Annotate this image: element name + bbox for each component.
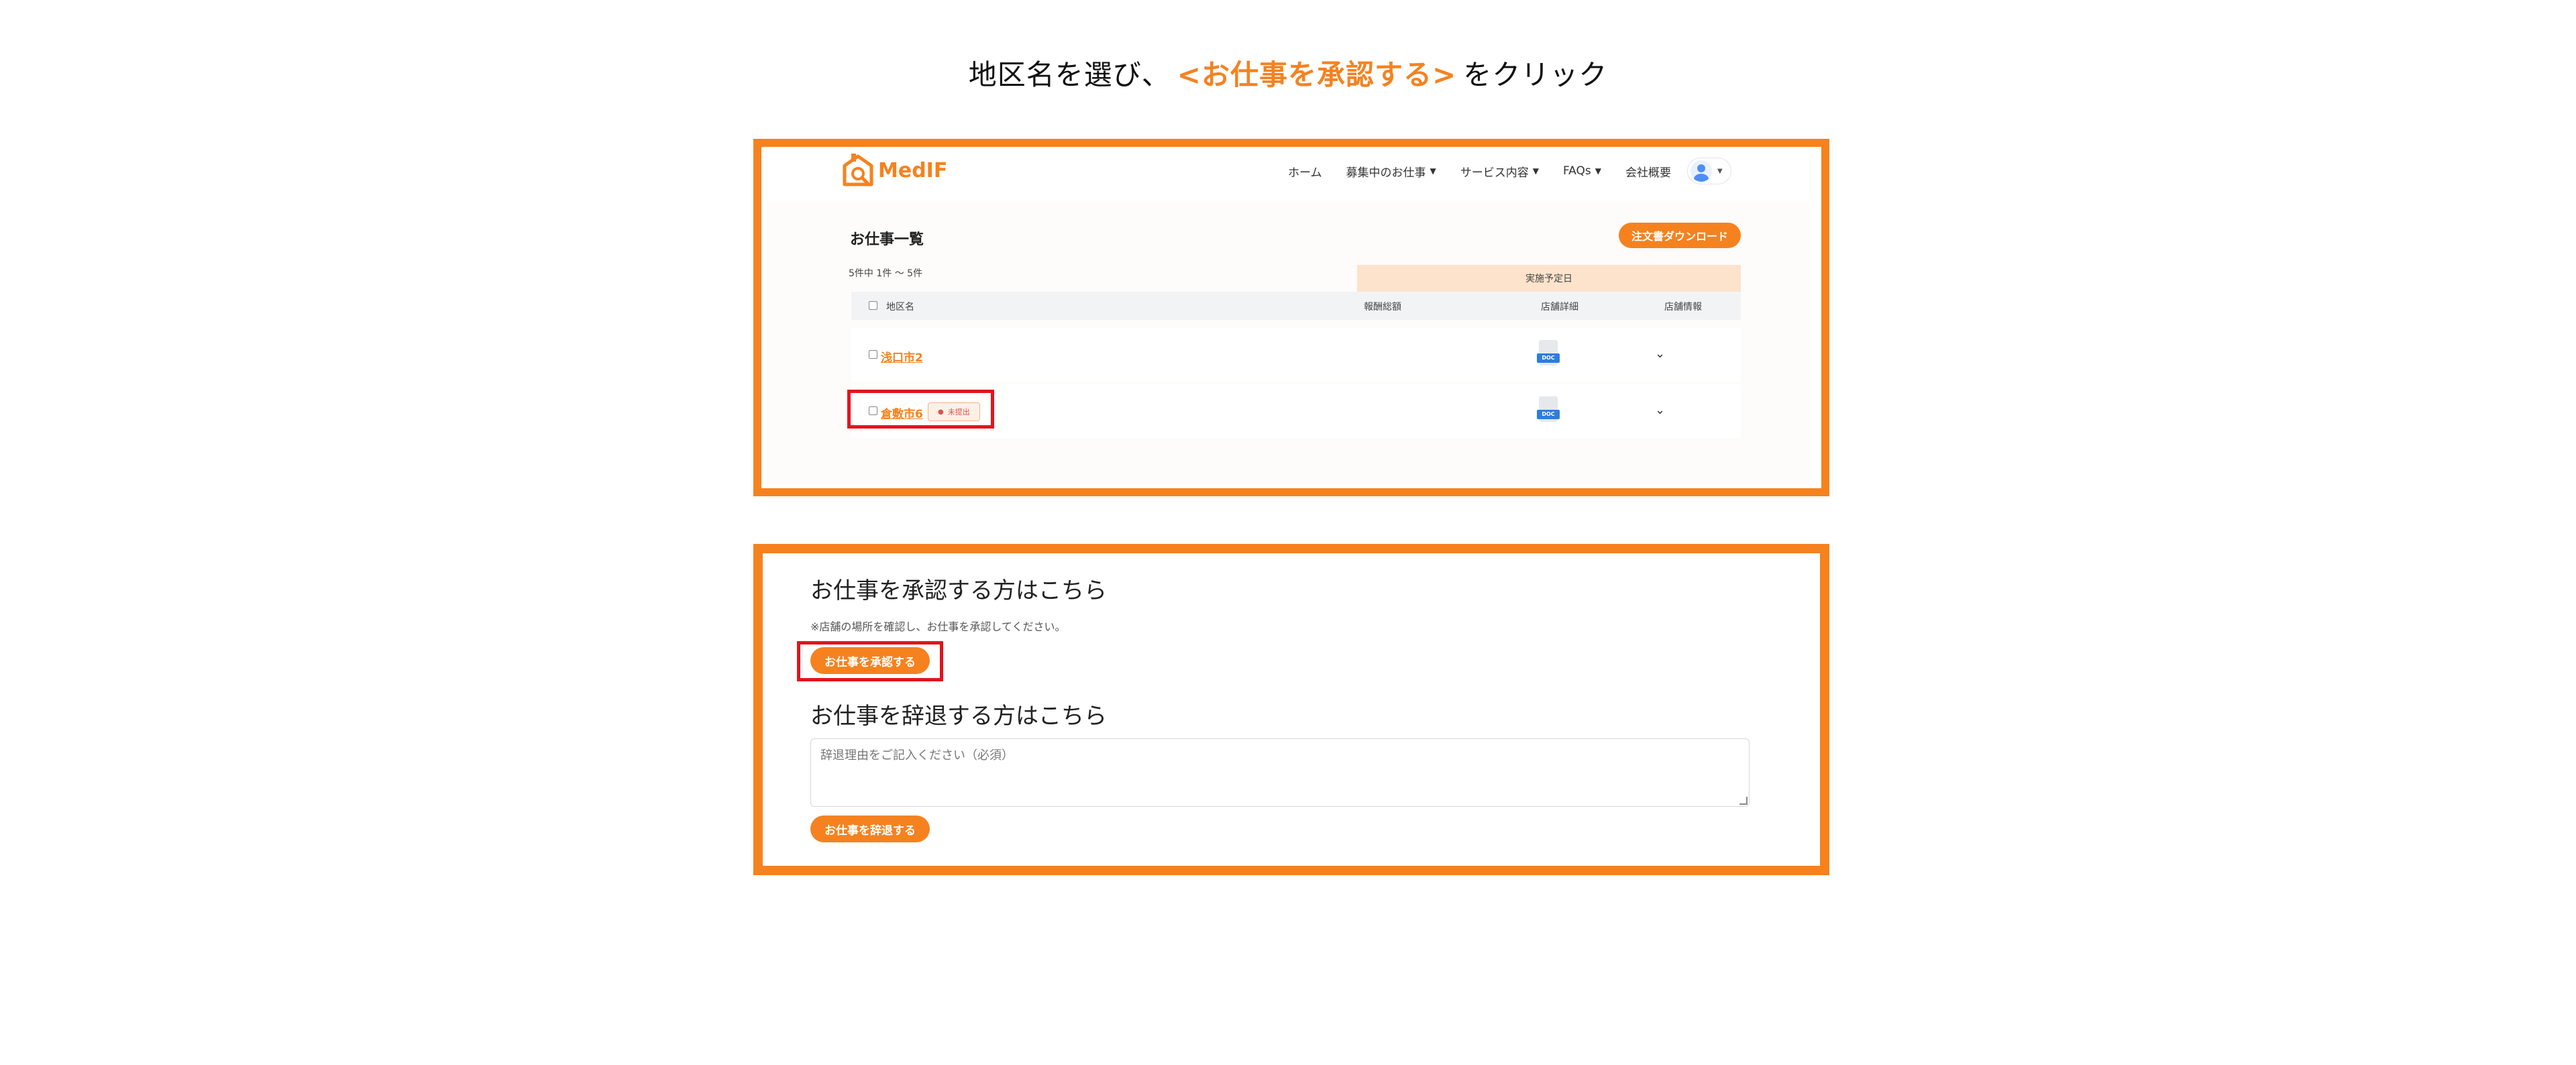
table-row: 浅口市2 DOC ⌄: [851, 328, 1741, 382]
instruction-suffix: をクリック: [1463, 58, 1608, 91]
col-store-detail: 店舗詳細: [1541, 302, 1578, 313]
main-nav: ホーム 募集中のお仕事 ▼ サービス内容 ▼ FAQs ▼ 会社概要 ▼: [1264, 158, 1731, 184]
chevron-down-icon[interactable]: ⌄: [1655, 403, 1665, 417]
house-search-icon: [842, 154, 874, 187]
approve-note: ※店舗の場所を確認し、お仕事を承認してください。: [810, 620, 1066, 633]
instruction-prefix: 地区名を選び、: [968, 58, 1171, 91]
brand-logo[interactable]: MedIF: [842, 154, 947, 187]
nav-item-services[interactable]: サービス内容 ▼: [1460, 163, 1539, 180]
instruction-heading: 地区名を選び、 <お仕事を承認する> をクリック: [0, 52, 2576, 93]
brand-name: MedIF: [878, 158, 948, 182]
navbar: MedIF ホーム 募集中のお仕事 ▼ サービス内容 ▼ FAQs ▼ 会社概要 ▼: [767, 147, 1809, 201]
nav-label: ホーム: [1288, 166, 1322, 180]
group-header-scheduled-date: 実施予定日: [1357, 265, 1741, 292]
row-checkbox[interactable]: [869, 350, 877, 359]
decline-section-title: お仕事を辞退する方はこちら: [810, 703, 1107, 730]
nav-item-home[interactable]: ホーム: [1288, 163, 1322, 180]
chevron-down-icon: ▼: [1595, 166, 1601, 176]
approve-section-title: お仕事を承認する方はこちら: [810, 577, 1107, 604]
caret-down-icon: ▼: [1717, 167, 1723, 175]
instruction-highlight: <お仕事を承認する>: [1177, 58, 1457, 91]
col-area-name: 地区名: [886, 302, 914, 313]
chevron-down-icon: ▼: [1532, 166, 1539, 176]
nav-label: 会社概要: [1625, 166, 1671, 180]
job-list-screenshot: MedIF ホーム 募集中のお仕事 ▼ サービス内容 ▼ FAQs ▼ 会社概要 ▼ …: [761, 147, 1821, 488]
nav-item-faqs[interactable]: FAQs ▼: [1563, 164, 1601, 178]
result-count: 5件中 1件 〜 5件: [849, 268, 923, 279]
avatar-icon: [1690, 160, 1712, 182]
user-menu-button[interactable]: ▼: [1687, 158, 1731, 184]
doc-icon[interactable]: DOC: [1537, 340, 1560, 368]
col-store-info: 店舗情報: [1664, 302, 1702, 313]
select-all-checkbox[interactable]: [869, 301, 877, 310]
doc-tag: DOC: [1537, 353, 1560, 363]
nav-item-jobs[interactable]: 募集中のお仕事 ▼: [1346, 163, 1436, 180]
decline-job-button[interactable]: お仕事を辞退する: [810, 816, 930, 842]
doc-tag: DOC: [1537, 410, 1560, 419]
page-title: お仕事一覧: [850, 231, 924, 248]
area-link[interactable]: 浅口市2: [881, 348, 923, 365]
chevron-down-icon[interactable]: ⌄: [1655, 347, 1665, 361]
highlight-approve-box: [797, 641, 943, 681]
nav-label: 募集中のお仕事: [1346, 166, 1426, 180]
highlight-area-box: [847, 390, 994, 429]
decline-reason-input[interactable]: 辞退理由をご記入ください（必須）: [810, 738, 1750, 807]
nav-item-company[interactable]: 会社概要: [1625, 163, 1671, 180]
job-list-page: お仕事一覧 注文書ダウンロード 5件中 1件 〜 5件 実施予定日 地区名 報酬…: [767, 201, 1809, 486]
order-download-button[interactable]: 注文書ダウンロード: [1619, 223, 1741, 248]
resize-handle-icon[interactable]: [1739, 797, 1748, 805]
doc-icon[interactable]: DOC: [1537, 396, 1560, 425]
nav-label: サービス内容: [1460, 166, 1529, 180]
nav-label: FAQs: [1562, 164, 1591, 178]
decline-reason-placeholder: 辞退理由をご記入ください（必須）: [820, 748, 1014, 763]
chevron-down-icon: ▼: [1430, 166, 1436, 176]
table-header: 地区名 報酬総額 店舗詳細 店舗情報: [851, 292, 1741, 320]
col-reward-total: 報酬総額: [1364, 302, 1401, 313]
